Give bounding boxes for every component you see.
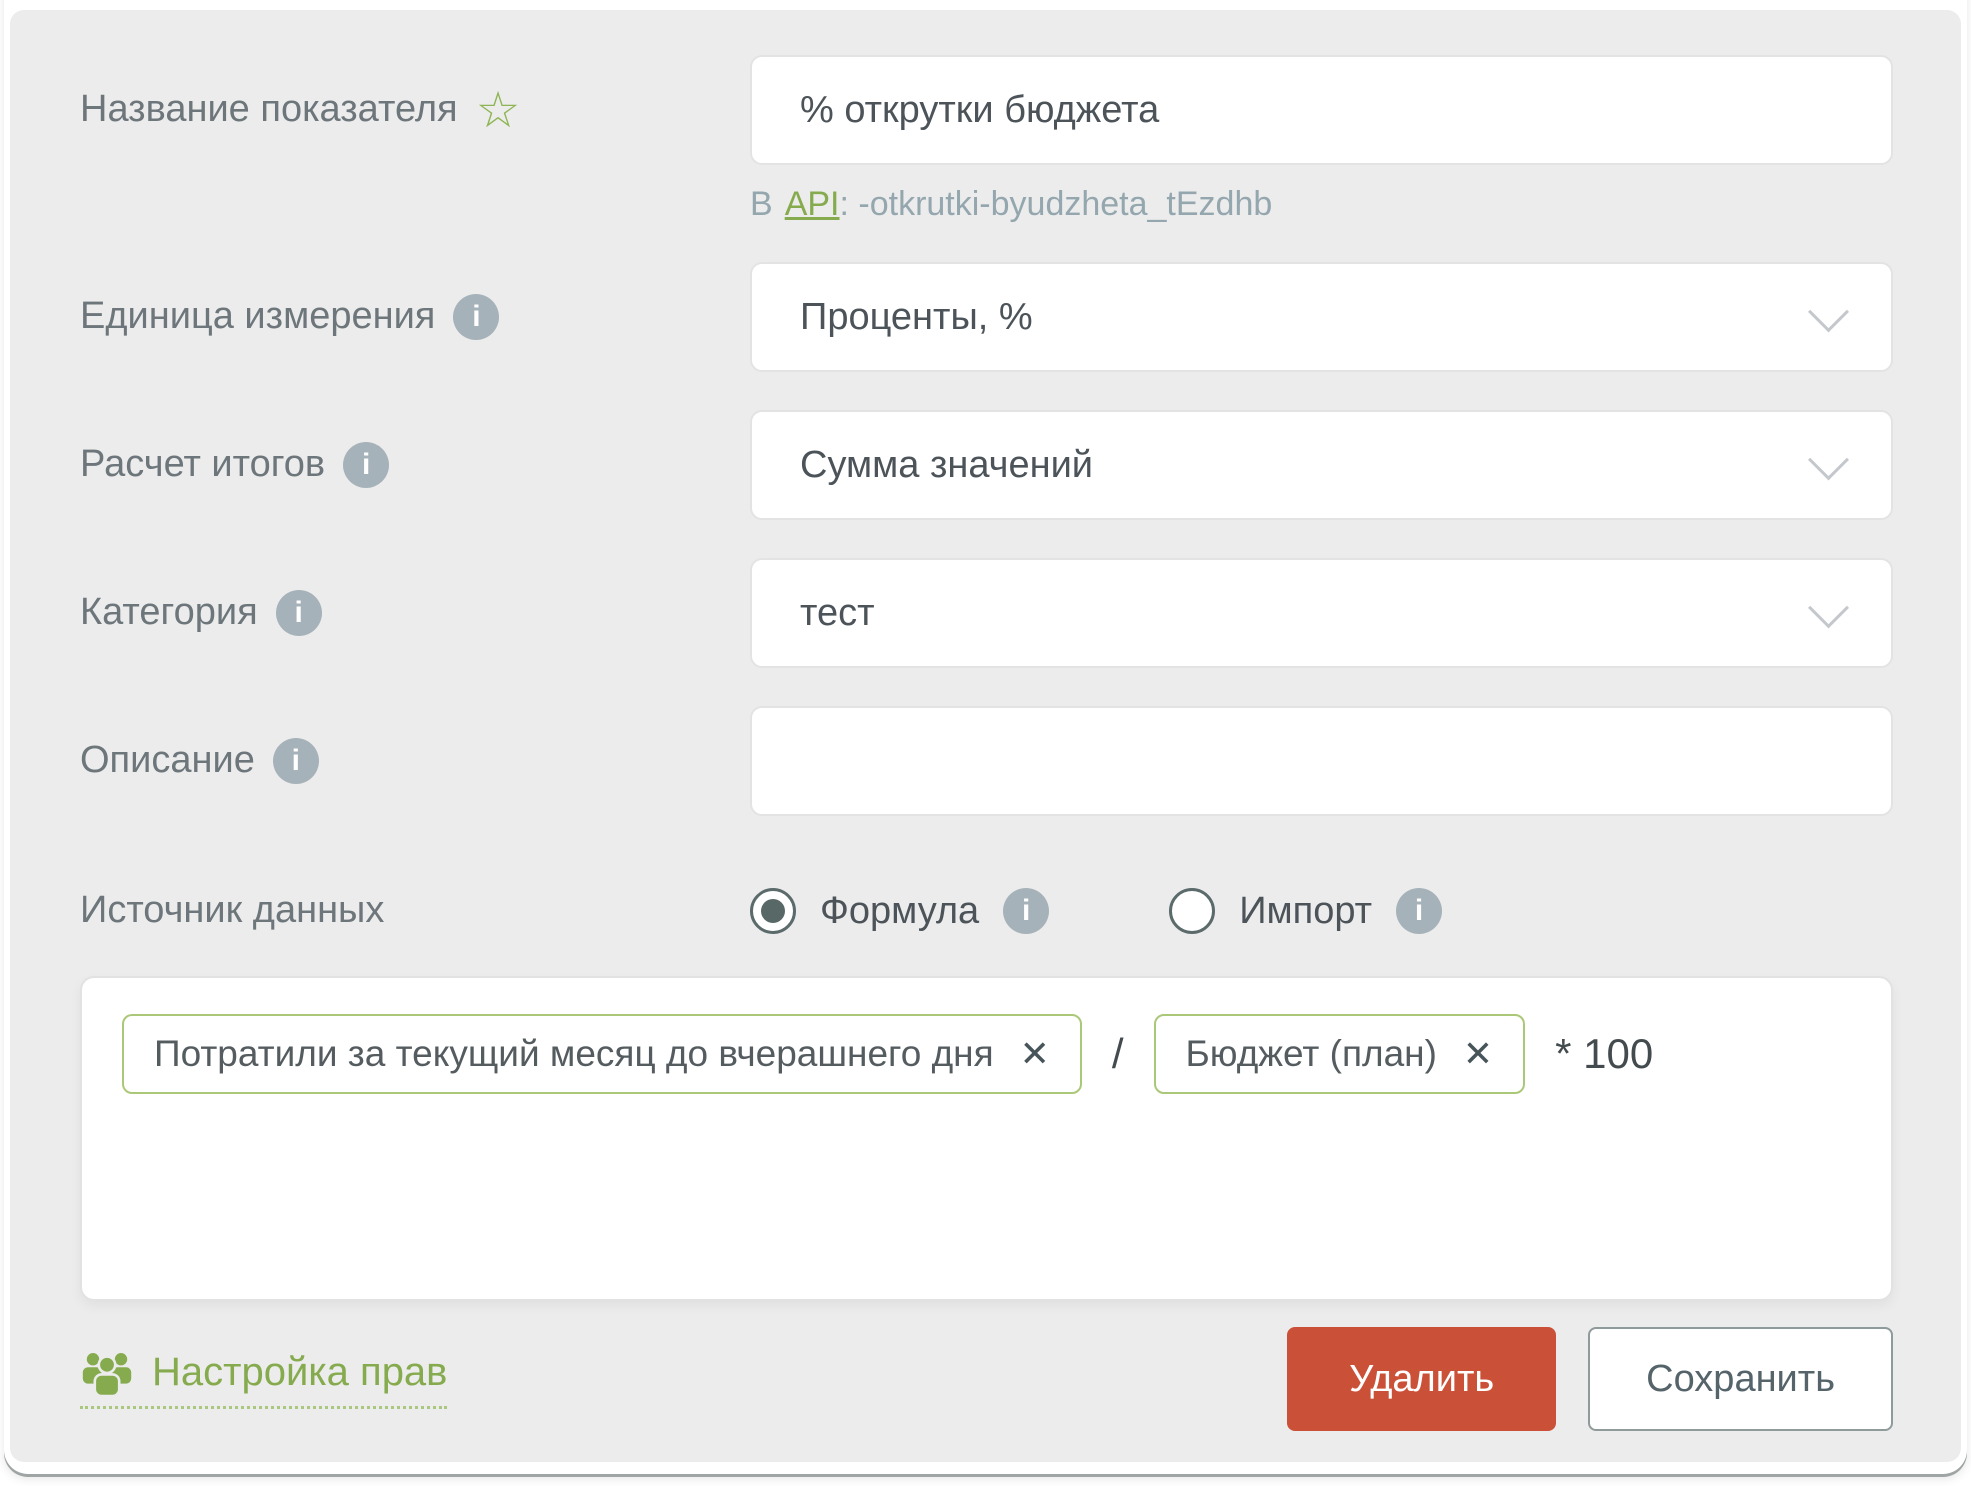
category-label: Категория (80, 591, 258, 635)
formula-operator-multiply: * 100 (1555, 1030, 1653, 1078)
formula-info-icon[interactable]: i (1003, 888, 1049, 934)
totals-label: Расчет итогов (80, 443, 325, 487)
radio-import-circle[interactable] (1169, 888, 1215, 934)
row-totals: Расчет итогов i Сумма значений (80, 410, 1893, 520)
save-button[interactable]: Сохранить (1588, 1327, 1893, 1431)
chevron-down-icon (1808, 291, 1849, 332)
formula-editor[interactable]: Потратили за текущий месяц до вчерашнего… (80, 976, 1893, 1301)
row-name: Название показателя ☆ (80, 55, 1893, 165)
permissions-link-label: Настройка прав (152, 1350, 447, 1395)
totals-label-group: Расчет итогов i (80, 442, 750, 488)
description-info-icon[interactable]: i (273, 738, 319, 784)
footer: Настройка прав Удалить Сохранить (80, 1327, 1893, 1431)
description-input[interactable] (750, 706, 1893, 816)
delete-button[interactable]: Удалить (1287, 1327, 1556, 1431)
chevron-down-icon (1808, 439, 1849, 480)
radio-formula[interactable]: Формула i (750, 888, 1049, 934)
permissions-link[interactable]: Настройка прав (80, 1350, 447, 1409)
close-icon[interactable]: ✕ (1463, 1036, 1493, 1072)
description-label-group: Описание i (80, 738, 750, 784)
formula-tag-spent-label: Потратили за текущий месяц до вчерашнего… (154, 1033, 994, 1075)
unit-label: Единица измерения (80, 295, 435, 339)
api-hint-prefix: В (750, 185, 773, 223)
chevron-down-icon (1808, 587, 1849, 628)
radio-import-label: Импорт (1239, 890, 1372, 933)
category-select-value: тест (800, 592, 875, 635)
unit-select-value: Проценты, % (800, 296, 1033, 339)
users-group-icon (80, 1350, 134, 1396)
source-label-group: Источник данных (80, 889, 750, 933)
formula-operator-divide: / (1112, 1030, 1124, 1078)
unit-select[interactable]: Проценты, % (750, 262, 1893, 372)
import-info-icon[interactable]: i (1396, 888, 1442, 934)
footer-buttons: Удалить Сохранить (1287, 1327, 1893, 1431)
source-label: Источник данных (80, 889, 384, 933)
source-radio-group: Формула i Импорт i (750, 888, 1893, 934)
row-category: Категория i тест (80, 558, 1893, 668)
radio-formula-circle[interactable] (750, 888, 796, 934)
totals-select[interactable]: Сумма значений (750, 410, 1893, 520)
formula-tag-budget[interactable]: Бюджет (план) ✕ (1154, 1014, 1526, 1094)
totals-select-value: Сумма значений (800, 444, 1093, 487)
unit-info-icon[interactable]: i (453, 294, 499, 340)
radio-import[interactable]: Импорт i (1169, 888, 1442, 934)
api-hint: В API: -otkrutki-byudzheta_tEzdhb (750, 185, 1893, 224)
formula-tag-spent[interactable]: Потратили за текущий месяц до вчерашнего… (122, 1014, 1082, 1094)
api-link[interactable]: API (785, 185, 840, 223)
row-data-source: Источник данных Формула i Импорт i (80, 888, 1893, 934)
category-label-group: Категория i (80, 590, 750, 636)
favorite-star-icon[interactable]: ☆ (476, 85, 521, 135)
radio-formula-label: Формула (820, 890, 979, 933)
formula-expression: Потратили за текущий месяц до вчерашнего… (122, 1014, 1851, 1094)
row-description: Описание i (80, 706, 1893, 816)
api-hint-value: : -otkrutki-byudzheta_tEzdhb (840, 185, 1273, 223)
description-label: Описание (80, 739, 255, 783)
unit-label-group: Единица измерения i (80, 294, 750, 340)
name-label: Название показателя (80, 88, 458, 132)
close-icon[interactable]: ✕ (1020, 1036, 1050, 1072)
metric-name-input[interactable] (750, 55, 1893, 165)
metric-settings-panel: Название показателя ☆ В API: -otkrutki-by… (10, 10, 1961, 1462)
name-label-group: Название показателя ☆ (80, 85, 750, 135)
category-select[interactable]: тест (750, 558, 1893, 668)
row-unit: Единица измерения i Проценты, % (80, 262, 1893, 372)
totals-info-icon[interactable]: i (343, 442, 389, 488)
metric-settings-window: Название показателя ☆ В API: -otkrutki-by… (0, 0, 1971, 1486)
category-info-icon[interactable]: i (276, 590, 322, 636)
formula-tag-budget-label: Бюджет (план) (1186, 1033, 1437, 1075)
row-api-hint: В API: -otkrutki-byudzheta_tEzdhb (80, 185, 1893, 224)
